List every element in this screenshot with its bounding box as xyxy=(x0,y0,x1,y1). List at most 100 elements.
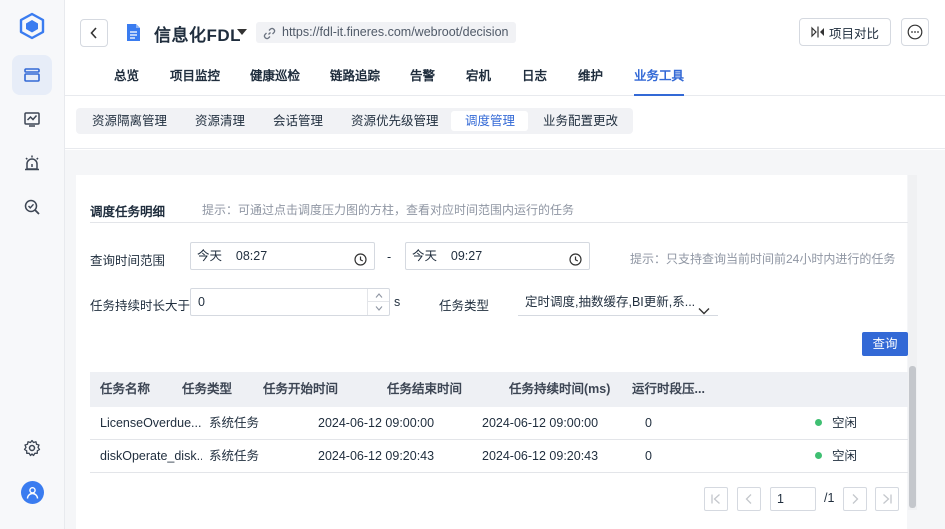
time-range-tip: 提示：只支持查询当前时间前24小时内进行的任务 xyxy=(630,252,896,266)
status-cell: 空闲 xyxy=(815,440,857,473)
prev-page-button[interactable] xyxy=(737,487,761,511)
subtab-resource-priority[interactable]: 资源优先级管理 xyxy=(340,111,450,131)
left-rail xyxy=(0,0,65,529)
column-header[interactable]: 任务开始时间 xyxy=(263,372,338,407)
task-type-value: 定时调度,抽数缓存,BI更新,系... xyxy=(525,295,696,309)
next-page-button[interactable] xyxy=(843,487,867,511)
time-range-label: 查询时间范围 xyxy=(90,254,166,268)
vertical-scrollbar[interactable] xyxy=(908,175,917,510)
chevron-up-icon xyxy=(375,292,382,298)
main-content: 调度任务明细 提示：可通过点击调度压力图的方柱，查看对应时间范围内运行的任务 查… xyxy=(65,150,945,529)
subtab-schedule-management[interactable]: 调度管理 xyxy=(451,111,528,131)
duration-label: 任务持续时长大于 xyxy=(90,299,191,313)
status-dot-icon xyxy=(815,419,822,427)
table-row[interactable]: LicenseOverdue... 系统任务 2024-06-12 09:00:… xyxy=(90,407,908,440)
section-tip: 提示：可通过点击调度压力图的方柱，查看对应时间范围内运行的任务 xyxy=(202,203,575,217)
task-type-select[interactable]: 定时调度,抽数缓存,BI更新,系... xyxy=(518,288,718,316)
rail-alarm-icon[interactable] xyxy=(12,143,52,183)
tab-project-monitor[interactable]: 项目监控 xyxy=(170,66,220,96)
project-header: 信息化FDL https://fdl-it.fineres.com/webroo… xyxy=(65,0,945,96)
tab-health-check[interactable]: 健康巡检 xyxy=(250,66,300,96)
pagination: 1 /1 xyxy=(76,487,907,511)
subtab-session-management[interactable]: 会话管理 xyxy=(262,111,332,131)
column-header[interactable]: 运行时段压... xyxy=(632,372,705,407)
rail-inspect-icon[interactable] xyxy=(12,187,52,227)
schedule-detail-panel: 调度任务明细 提示：可通过点击调度压力图的方柱，查看对应时间范围内运行的任务 查… xyxy=(76,175,908,529)
end-time-input[interactable]: 今天 09:27 xyxy=(405,242,590,270)
decrement-button[interactable] xyxy=(368,302,389,315)
project-dropdown-caret-icon[interactable] xyxy=(237,29,247,35)
project-name[interactable]: 信息化FDL xyxy=(154,21,241,46)
tab-trace[interactable]: 链路追踪 xyxy=(330,66,380,96)
compare-label: 项目对比 xyxy=(828,26,879,41)
clock-icon xyxy=(354,249,367,275)
end-time-cell: 2024-06-12 09:20:43 xyxy=(482,449,599,463)
chevron-right-icon xyxy=(852,494,859,504)
project-url[interactable]: https://fdl-it.fineres.com/webroot/decis… xyxy=(256,22,516,43)
start-time-input[interactable]: 今天 08:27 xyxy=(190,242,375,270)
tab-maintenance[interactable]: 维护 xyxy=(578,66,603,96)
first-page-icon xyxy=(711,494,720,504)
subtab-resource-isolation[interactable]: 资源隔离管理 xyxy=(82,111,178,131)
column-header[interactable]: 任务名称 xyxy=(100,372,150,407)
subtab-resource-cleanup[interactable]: 资源清理 xyxy=(184,111,254,131)
task-type-label: 任务类型 xyxy=(439,299,490,313)
status-cell: 空闲 xyxy=(815,407,857,440)
end-time-cell: 2024-06-12 09:00:00 xyxy=(482,416,599,430)
more-options-button[interactable] xyxy=(901,18,929,46)
more-dots-icon xyxy=(907,24,923,40)
tab-business-tools[interactable]: 业务工具 xyxy=(634,66,685,96)
stepper-controls xyxy=(367,289,389,315)
first-page-button[interactable] xyxy=(704,487,728,511)
rail-projects-icon[interactable] xyxy=(12,55,52,95)
app-window: 信息化FDL https://fdl-it.fineres.com/webroo… xyxy=(0,0,945,529)
duration-cell: 0 xyxy=(645,449,652,463)
chevron-down-icon xyxy=(375,306,382,311)
task-name-cell: LicenseOverdue... xyxy=(100,416,202,430)
chevron-left-icon xyxy=(90,27,97,39)
end-time-value: 今天 09:27 xyxy=(412,249,483,263)
sub-tab-bar: 资源隔离管理 资源清理 会话管理 资源优先级管理 调度管理 业务配置更改 xyxy=(65,97,945,149)
project-compare-button[interactable]: 项目对比 xyxy=(799,18,891,46)
status-dot-icon xyxy=(815,452,822,460)
start-time-cell: 2024-06-12 09:20:43 xyxy=(318,449,435,463)
tab-downtime[interactable]: 宕机 xyxy=(466,66,491,96)
app-logo-icon[interactable] xyxy=(18,12,46,40)
settings-gear-icon[interactable] xyxy=(12,428,52,468)
subtab-config-change[interactable]: 业务配置更改 xyxy=(532,111,630,131)
compare-icon xyxy=(811,26,824,38)
last-page-button[interactable] xyxy=(875,487,899,511)
status-text: 空闲 xyxy=(832,416,858,430)
duration-stepper[interactable]: 0 xyxy=(190,288,390,316)
user-avatar-icon[interactable] xyxy=(21,481,44,504)
section-divider xyxy=(90,222,908,223)
tab-logs[interactable]: 日志 xyxy=(522,66,547,96)
start-time-cell: 2024-06-12 09:00:00 xyxy=(318,416,435,430)
rail-monitor-icon[interactable] xyxy=(12,99,52,139)
column-header[interactable]: 任务结束时间 xyxy=(387,372,462,407)
table-header: 任务名称 任务类型 任务开始时间 任务结束时间 任务持续时间(ms) 运行时段压… xyxy=(90,372,908,407)
column-header[interactable]: 任务持续时间(ms) xyxy=(509,372,610,407)
column-header[interactable]: 任务类型 xyxy=(182,372,232,407)
project-document-icon xyxy=(126,23,141,42)
start-time-value: 今天 08:27 xyxy=(197,249,268,263)
increment-button[interactable] xyxy=(368,289,389,302)
tab-overview[interactable]: 总览 xyxy=(114,66,139,96)
task-name-cell: diskOperate_disk... xyxy=(100,449,202,463)
page-number-input[interactable]: 1 xyxy=(770,487,816,511)
task-type-cell: 系统任务 xyxy=(209,416,260,430)
table-row[interactable]: diskOperate_disk... 系统任务 2024-06-12 09:2… xyxy=(90,440,908,473)
tab-alarm[interactable]: 告警 xyxy=(410,66,435,96)
query-button[interactable]: 查询 xyxy=(862,332,908,356)
project-url-text: https://fdl-it.fineres.com/webroot/decis… xyxy=(282,25,509,39)
chevron-down-icon xyxy=(698,297,710,315)
page-total: /1 xyxy=(824,491,835,505)
task-type-cell: 系统任务 xyxy=(209,449,260,463)
duration-value: 0 xyxy=(198,295,205,309)
back-button[interactable] xyxy=(80,19,108,47)
status-text: 空闲 xyxy=(832,449,858,463)
link-icon xyxy=(263,26,276,47)
sub-tab-segment: 资源隔离管理 资源清理 会话管理 资源优先级管理 调度管理 业务配置更改 xyxy=(76,108,633,134)
scrollbar-thumb[interactable] xyxy=(909,366,916,508)
duration-cell: 0 xyxy=(645,416,652,430)
